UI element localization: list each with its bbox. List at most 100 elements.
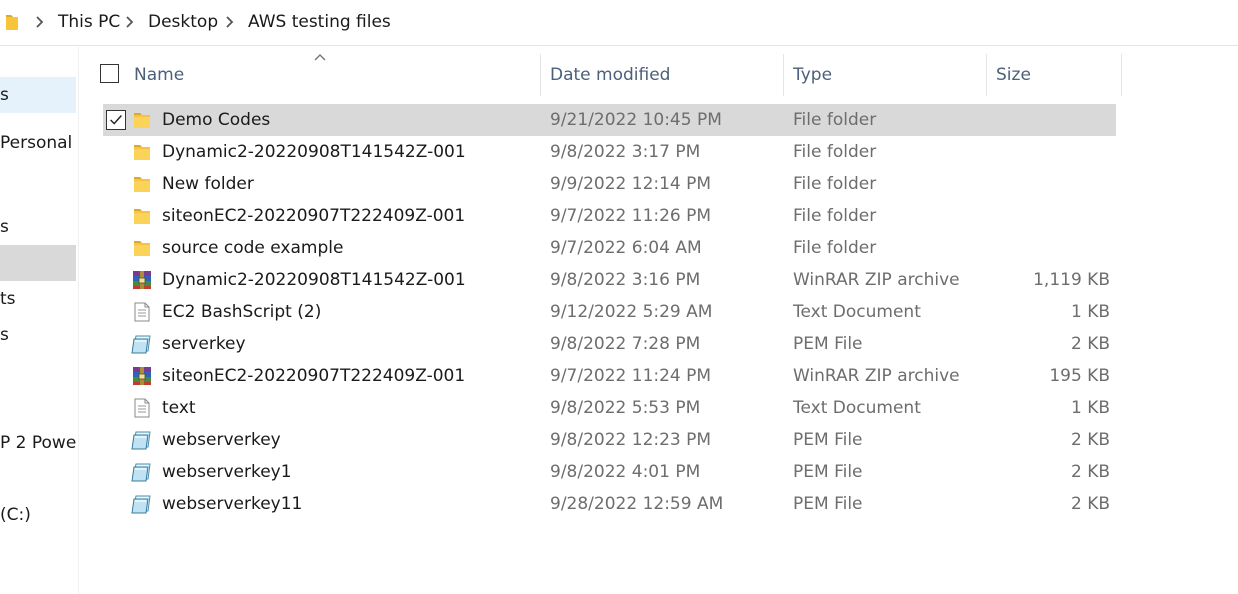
breadcrumb-current-folder[interactable]: AWS testing files — [248, 10, 391, 34]
nav-item-label: ts — [0, 289, 16, 309]
nav-item[interactable] — [0, 245, 76, 281]
nav-item[interactable]: s — [0, 77, 76, 113]
file-name: siteonEC2-20220907T222409Z-001 — [162, 366, 466, 386]
file-row[interactable]: source code example 9/7/2022 6:04 AM File … — [103, 232, 1116, 264]
file-size: 2 KB — [1070, 462, 1110, 482]
file-row[interactable]: siteonEC2-20220907T222409Z-001 9/7/2022 1… — [103, 200, 1116, 232]
chevron-right-icon[interactable] — [223, 13, 237, 31]
file-type: File folder — [793, 174, 877, 194]
file-size — [987, 200, 1110, 232]
file-type: File folder — [793, 206, 877, 226]
file-date-modified: 9/21/2022 10:45 PM — [550, 110, 722, 130]
file-type: WinRAR ZIP archive — [793, 366, 960, 386]
file-date-modified: 9/28/2022 12:59 AM — [550, 494, 724, 514]
address-bar[interactable]: This PC Desktop AWS testing files — [0, 0, 1238, 46]
file-date-modified: 9/8/2022 3:17 PM — [550, 142, 701, 162]
file-row[interactable]: webserverkey1 9/8/2022 4:01 PM PEM File 2 K… — [103, 456, 1116, 488]
file-row[interactable]: Dynamic2-20220908T141542Z-001 9/8/2022 3:… — [103, 136, 1116, 168]
file-date-modified: 9/7/2022 6:04 AM — [550, 238, 702, 258]
pem-file-icon — [131, 429, 153, 451]
navigation-pane[interactable]: s Personal s ts s P 2 Powe (C:) — [0, 47, 79, 594]
file-type: WinRAR ZIP archive — [793, 270, 960, 290]
folder-icon — [131, 205, 153, 227]
nav-item-label: s — [0, 85, 9, 105]
file-type: Text Document — [793, 302, 921, 322]
row-checkbox[interactable] — [106, 110, 126, 130]
file-type: File folder — [793, 238, 877, 258]
file-size: 2 KB — [1070, 494, 1110, 514]
folder-icon — [131, 109, 153, 131]
file-size: 1,119 KB — [1033, 270, 1110, 290]
file-size — [987, 232, 1110, 264]
file-name: webserverkey — [162, 430, 281, 450]
file-type: File folder — [793, 110, 877, 130]
file-row[interactable]: EC2 BashScript (2) 9/12/2022 5:29 AM Text … — [103, 296, 1116, 328]
nav-item-label: P 2 Powe — [0, 433, 76, 453]
file-size: 1 KB — [1070, 302, 1110, 322]
column-divider[interactable] — [540, 54, 541, 96]
file-name: Dynamic2-20220908T141542Z-001 — [162, 270, 466, 290]
nav-item[interactable]: P 2 Powe — [0, 425, 76, 461]
nav-item[interactable]: s — [0, 209, 76, 245]
nav-item-label: (C:) — [0, 505, 31, 525]
file-size — [987, 168, 1110, 200]
nav-item[interactable]: Personal — [0, 125, 76, 161]
file-row[interactable]: New folder 9/9/2022 12:14 PM File folder — [103, 168, 1116, 200]
column-header-type[interactable]: Type — [793, 54, 832, 96]
column-divider[interactable] — [1121, 54, 1122, 96]
file-row[interactable]: Dynamic2-20220908T141542Z-001 9/8/2022 3:… — [103, 264, 1116, 296]
file-date-modified: 9/8/2022 5:53 PM — [550, 398, 701, 418]
file-name: webserverkey11 — [162, 494, 303, 514]
file-name: Demo Codes — [162, 110, 271, 130]
file-type: PEM File — [793, 462, 863, 482]
chevron-right-icon[interactable] — [123, 13, 137, 31]
winrar-icon — [131, 365, 153, 387]
folder-icon — [6, 15, 18, 30]
text-document-icon — [131, 301, 153, 323]
column-header-date-modified[interactable]: Date modified — [550, 54, 670, 96]
file-date-modified: 9/7/2022 11:24 PM — [550, 366, 712, 386]
file-row[interactable]: webserverkey 9/8/2022 12:23 PM PEM File 2 K… — [103, 424, 1116, 456]
file-name: webserverkey1 — [162, 462, 292, 482]
file-size — [987, 136, 1110, 168]
winrar-icon — [131, 269, 153, 291]
file-row[interactable]: text 9/8/2022 5:53 PM Text Document 1 KB — [103, 392, 1116, 424]
nav-item-label: s — [0, 325, 9, 345]
file-date-modified: 9/9/2022 12:14 PM — [550, 174, 712, 194]
chevron-right-icon[interactable] — [33, 13, 47, 31]
file-row[interactable]: siteonEC2-20220907T222409Z-001 9/7/2022 1… — [103, 360, 1116, 392]
select-all-checkbox[interactable] — [100, 64, 119, 83]
folder-icon — [131, 141, 153, 163]
folder-icon — [131, 173, 153, 195]
nav-item[interactable]: (C:) — [0, 497, 76, 533]
breadcrumb-this-pc[interactable]: This PC — [58, 10, 120, 34]
file-date-modified: 9/7/2022 11:26 PM — [550, 206, 712, 226]
column-header-size[interactable]: Size — [996, 54, 1031, 96]
file-type: File folder — [793, 142, 877, 162]
file-type: PEM File — [793, 430, 863, 450]
nav-item[interactable]: ts — [0, 281, 76, 317]
file-name: Dynamic2-20220908T141542Z-001 — [162, 142, 466, 162]
file-date-modified: 9/8/2022 7:28 PM — [550, 334, 701, 354]
file-date-modified: 9/8/2022 3:16 PM — [550, 270, 701, 290]
nav-item[interactable]: s — [0, 317, 76, 353]
file-row[interactable]: serverkey 9/8/2022 7:28 PM PEM File 2 KB — [103, 328, 1116, 360]
column-divider[interactable] — [986, 54, 987, 96]
column-header-name[interactable]: Name — [134, 54, 184, 96]
file-size: 2 KB — [1070, 334, 1110, 354]
file-row[interactable]: webserverkey11 9/28/2022 12:59 AM PEM File… — [103, 488, 1116, 520]
file-type: PEM File — [793, 494, 863, 514]
file-row[interactable]: Demo Codes 9/21/2022 10:45 PM File folder — [103, 104, 1116, 136]
sort-ascending-icon — [314, 54, 326, 61]
file-size — [987, 104, 1110, 136]
file-name: EC2 BashScript (2) — [162, 302, 322, 322]
nav-item-label: s — [0, 217, 9, 237]
pem-file-icon — [131, 493, 153, 515]
breadcrumb-desktop[interactable]: Desktop — [148, 10, 218, 34]
text-document-icon — [131, 397, 153, 419]
file-date-modified: 9/12/2022 5:29 AM — [550, 302, 713, 322]
column-divider[interactable] — [783, 54, 784, 96]
file-size: 2 KB — [1070, 430, 1110, 450]
file-name: New folder — [162, 174, 254, 194]
file-type: Text Document — [793, 398, 921, 418]
